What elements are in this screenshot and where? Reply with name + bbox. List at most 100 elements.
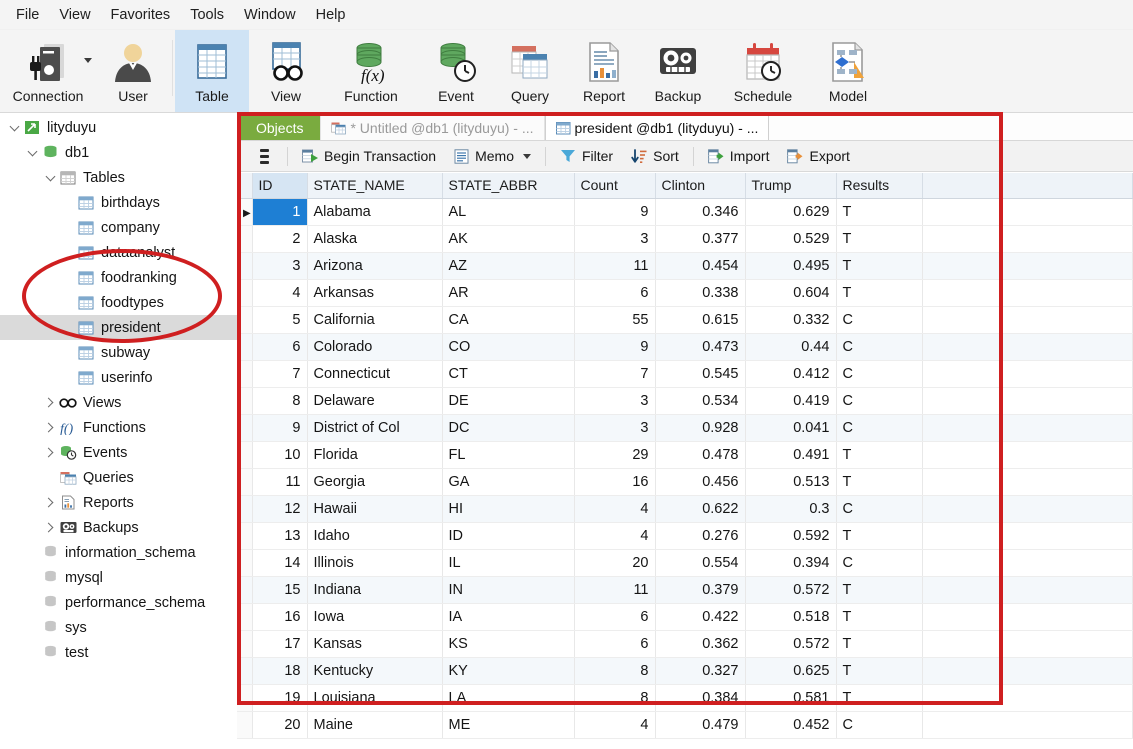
cell-trump[interactable]: 0.491 bbox=[745, 441, 837, 469]
table-row[interactable]: ▶ 1 Alabama AL 9 0.346 0.629 T bbox=[237, 198, 1133, 226]
cell-clinton[interactable]: 0.384 bbox=[655, 684, 746, 712]
cell-id[interactable]: 14 bbox=[252, 549, 308, 577]
cell-trump[interactable]: 0.041 bbox=[745, 414, 837, 442]
cell-count[interactable]: 9 bbox=[574, 198, 656, 226]
table-row[interactable]: 9 District of Col DC 3 0.928 0.041 C bbox=[237, 414, 1133, 442]
tree-twisty-closed-icon[interactable] bbox=[42, 449, 58, 456]
cell-state_abbr[interactable]: IN bbox=[442, 576, 575, 604]
tree-twisty-open-icon[interactable] bbox=[42, 176, 58, 180]
cell-clinton[interactable]: 0.346 bbox=[655, 198, 746, 226]
cell-trump[interactable]: 0.529 bbox=[745, 225, 837, 253]
cell-id[interactable]: 5 bbox=[252, 306, 308, 334]
cell-results[interactable]: T bbox=[836, 603, 923, 631]
row-marker[interactable] bbox=[237, 576, 253, 604]
cell-state_abbr[interactable]: IA bbox=[442, 603, 575, 631]
row-marker[interactable] bbox=[237, 657, 253, 685]
cell-count[interactable]: 4 bbox=[574, 711, 656, 739]
row-marker[interactable] bbox=[237, 360, 253, 388]
cell-results[interactable]: C bbox=[836, 495, 923, 523]
table-row[interactable]: 11 Georgia GA 16 0.456 0.513 T bbox=[237, 468, 1133, 496]
cell-count[interactable]: 8 bbox=[574, 657, 656, 685]
cell-id[interactable]: 16 bbox=[252, 603, 308, 631]
cell-trump[interactable]: 0.394 bbox=[745, 549, 837, 577]
row-marker[interactable] bbox=[237, 630, 253, 658]
cell-trump[interactable]: 0.495 bbox=[745, 252, 837, 280]
cell-results[interactable]: C bbox=[836, 414, 923, 442]
ribbon-button-view[interactable]: View bbox=[249, 30, 323, 112]
cell-trump[interactable]: 0.412 bbox=[745, 360, 837, 388]
cell-clinton[interactable]: 0.276 bbox=[655, 522, 746, 550]
ribbon-button-user[interactable]: User bbox=[96, 30, 170, 112]
tree-node-foodtypes[interactable]: foodtypes bbox=[0, 290, 237, 315]
tree-node-company[interactable]: company bbox=[0, 215, 237, 240]
cell-clinton[interactable]: 0.362 bbox=[655, 630, 746, 658]
table-row[interactable]: 20 Maine ME 4 0.479 0.452 C bbox=[237, 711, 1133, 739]
cell-trump[interactable]: 0.581 bbox=[745, 684, 837, 712]
grid-menu-button[interactable] bbox=[247, 141, 282, 172]
cell-id[interactable]: 3 bbox=[252, 252, 308, 280]
chevron-down-icon[interactable] bbox=[84, 58, 92, 63]
cell-results[interactable]: T bbox=[836, 522, 923, 550]
cell-state_name[interactable]: District of Col bbox=[307, 414, 443, 442]
cell-results[interactable]: C bbox=[836, 306, 923, 334]
cell-state_name[interactable]: Florida bbox=[307, 441, 443, 469]
row-marker[interactable] bbox=[237, 225, 253, 253]
table-row[interactable]: 14 Illinois IL 20 0.554 0.394 C bbox=[237, 549, 1133, 577]
cell-state_name[interactable]: Louisiana bbox=[307, 684, 443, 712]
ribbon-button-table[interactable]: Table bbox=[175, 30, 249, 112]
tree-twisty-closed-icon[interactable] bbox=[42, 399, 58, 406]
cell-clinton[interactable]: 0.327 bbox=[655, 657, 746, 685]
tab-strip[interactable]: Objects * Untitled @db1 (lityduyu) - ... p… bbox=[237, 113, 1133, 141]
cell-clinton[interactable]: 0.622 bbox=[655, 495, 746, 523]
table-row[interactable]: 15 Indiana IN 11 0.379 0.572 T bbox=[237, 576, 1133, 604]
table-row[interactable]: 10 Florida FL 29 0.478 0.491 T bbox=[237, 441, 1133, 469]
toolbar-filter-button[interactable]: Filter bbox=[551, 141, 622, 172]
ribbon-button-connection[interactable]: Connection bbox=[0, 30, 96, 112]
column-header-clinton[interactable]: Clinton bbox=[655, 173, 746, 199]
cell-results[interactable]: T bbox=[836, 279, 923, 307]
cell-state_name[interactable]: Illinois bbox=[307, 549, 443, 577]
cell-state_name[interactable]: Kansas bbox=[307, 630, 443, 658]
tree-node-backups[interactable]: Backups bbox=[0, 515, 237, 540]
row-marker[interactable] bbox=[237, 333, 253, 361]
tree-node-views[interactable]: Views bbox=[0, 390, 237, 415]
menu-item-view[interactable]: View bbox=[49, 4, 100, 26]
cell-count[interactable]: 55 bbox=[574, 306, 656, 334]
cell-results[interactable]: C bbox=[836, 360, 923, 388]
cell-state_abbr[interactable]: HI bbox=[442, 495, 575, 523]
ribbon-button-event[interactable]: Event bbox=[419, 30, 493, 112]
column-header-trump[interactable]: Trump bbox=[745, 173, 837, 199]
cell-state_name[interactable]: Connecticut bbox=[307, 360, 443, 388]
row-marker[interactable] bbox=[237, 522, 253, 550]
column-header-count[interactable]: Count bbox=[574, 173, 656, 199]
cell-id[interactable]: 2 bbox=[252, 225, 308, 253]
tree-node-sys[interactable]: sys bbox=[0, 615, 237, 640]
tree-node-president[interactable]: president bbox=[0, 315, 237, 340]
cell-clinton[interactable]: 0.928 bbox=[655, 414, 746, 442]
cell-count[interactable]: 6 bbox=[574, 603, 656, 631]
cell-results[interactable]: T bbox=[836, 657, 923, 685]
row-marker[interactable] bbox=[237, 252, 253, 280]
cell-state_abbr[interactable]: FL bbox=[442, 441, 575, 469]
tree-node-db1[interactable]: db1 bbox=[0, 140, 237, 165]
row-marker[interactable] bbox=[237, 279, 253, 307]
cell-results[interactable]: T bbox=[836, 441, 923, 469]
cell-clinton[interactable]: 0.379 bbox=[655, 576, 746, 604]
cell-state_name[interactable]: Idaho bbox=[307, 522, 443, 550]
table-row[interactable]: 4 Arkansas AR 6 0.338 0.604 T bbox=[237, 279, 1133, 307]
tree-node-test[interactable]: test bbox=[0, 640, 237, 665]
cell-state_name[interactable]: Hawaii bbox=[307, 495, 443, 523]
cell-results[interactable]: T bbox=[836, 198, 923, 226]
cell-count[interactable]: 9 bbox=[574, 333, 656, 361]
cell-id[interactable]: 1 bbox=[252, 198, 308, 226]
tree-node-userinfo[interactable]: userinfo bbox=[0, 365, 237, 390]
cell-state_abbr[interactable]: DE bbox=[442, 387, 575, 415]
menu-item-favorites[interactable]: Favorites bbox=[101, 4, 181, 26]
table-row[interactable]: 6 Colorado CO 9 0.473 0.44 C bbox=[237, 333, 1133, 361]
cell-count[interactable]: 3 bbox=[574, 387, 656, 415]
toolbar-begin-transaction-button[interactable]: Begin Transaction bbox=[293, 141, 445, 172]
cell-id[interactable]: 19 bbox=[252, 684, 308, 712]
cell-id[interactable]: 4 bbox=[252, 279, 308, 307]
row-marker[interactable] bbox=[237, 603, 253, 631]
cell-state_name[interactable]: Iowa bbox=[307, 603, 443, 631]
